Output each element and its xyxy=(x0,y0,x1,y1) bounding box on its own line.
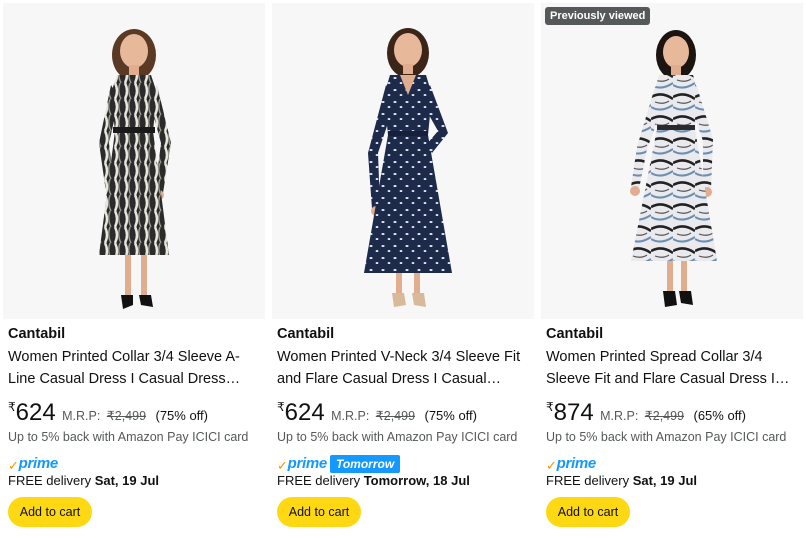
currency-symbol: ₹ xyxy=(546,400,554,414)
prime-badge-row: ✓ prime xyxy=(8,454,58,473)
price-value: 874 xyxy=(553,399,594,426)
dress-model-illustration xyxy=(99,29,171,309)
currency-symbol: ₹ xyxy=(8,400,16,414)
product-brand: Cantabil xyxy=(8,326,66,342)
price-row: ₹874 M.R.P: ₹2,499 (65% off) xyxy=(546,399,746,427)
price-value: 624 xyxy=(15,399,56,426)
prime-logo: ✓ prime xyxy=(277,455,327,472)
cashback-offer: Up to 5% back with Amazon Pay ICICI card xyxy=(277,430,518,444)
delivery-info: FREE delivery Tomorrow, 18 Jul xyxy=(277,473,470,488)
prime-badge-row: ✓ prime xyxy=(546,454,596,473)
delivery-info: FREE delivery Sat, 19 Jul xyxy=(546,473,697,488)
cashback-offer: Up to 5% back with Amazon Pay ICICI card xyxy=(8,430,249,444)
mrp-value: ₹2,499 xyxy=(644,409,685,423)
mrp-label: M.R.P: xyxy=(331,409,370,423)
price-value: 624 xyxy=(284,399,325,426)
previously-viewed-badge: Previously viewed xyxy=(545,7,651,25)
prime-logo: ✓ prime xyxy=(8,455,58,472)
mrp-label: M.R.P: xyxy=(62,409,101,423)
prime-check-icon: ✓ xyxy=(277,458,288,473)
cashback-offer: Up to 5% back with Amazon Pay ICICI card xyxy=(546,430,787,444)
prime-check-icon: ✓ xyxy=(546,458,557,473)
delivery-date: Tomorrow, 18 Jul xyxy=(363,473,470,488)
prime-label: prime xyxy=(287,455,328,472)
add-to-cart-button[interactable]: Add to cart xyxy=(8,497,92,527)
prime-tomorrow-tag: Tomorrow xyxy=(329,454,401,473)
delivery-prefix: FREE delivery xyxy=(546,473,630,488)
prime-label: prime xyxy=(556,455,597,472)
price-row: ₹624 M.R.P: ₹2,499 (75% off) xyxy=(277,399,477,427)
product-card[interactable]: Previously viewed Cantabil Women Printed… xyxy=(541,3,803,538)
prime-badge-row: ✓ prime Tomorrow xyxy=(277,454,401,473)
prime-label: prime xyxy=(18,455,59,472)
delivery-prefix: FREE delivery xyxy=(277,473,361,488)
product-grid: Cantabil Women Printed Collar 3/4 Sleeve… xyxy=(0,0,806,538)
prime-check-icon: ✓ xyxy=(8,458,19,473)
product-image[interactable] xyxy=(3,3,265,319)
delivery-date: Sat, 19 Jul xyxy=(632,473,698,488)
mrp-value: ₹2,499 xyxy=(106,409,147,423)
prime-logo: ✓ prime xyxy=(546,455,596,472)
product-title-link[interactable]: Women Printed Collar 3/4 Sleeve A-Line C… xyxy=(8,346,260,390)
mrp-label: M.R.P: xyxy=(600,409,639,423)
discount-percent: (65% off) xyxy=(693,408,746,423)
delivery-date: Sat, 19 Jul xyxy=(94,473,160,488)
product-card[interactable]: Cantabil Women Printed V-Neck 3/4 Sleeve… xyxy=(272,3,534,538)
price-row: ₹624 M.R.P: ₹2,499 (75% off) xyxy=(8,399,208,427)
delivery-prefix: FREE delivery xyxy=(8,473,92,488)
product-title-link[interactable]: Women Printed V-Neck 3/4 Sleeve Fit and … xyxy=(277,346,529,390)
product-title-link[interactable]: Women Printed Spread Collar 3/4 Sleeve F… xyxy=(546,346,798,390)
add-to-cart-button[interactable]: Add to cart xyxy=(546,497,630,527)
product-brand: Cantabil xyxy=(277,326,335,342)
discount-percent: (75% off) xyxy=(424,408,477,423)
product-brand: Cantabil xyxy=(546,326,604,342)
delivery-info: FREE delivery Sat, 19 Jul xyxy=(8,473,159,488)
discount-percent: (75% off) xyxy=(155,408,208,423)
mrp-value: ₹2,499 xyxy=(375,409,416,423)
dress-model-illustration xyxy=(630,30,717,307)
product-image[interactable] xyxy=(541,3,803,319)
add-to-cart-button[interactable]: Add to cart xyxy=(277,497,361,527)
product-image[interactable] xyxy=(272,3,534,319)
currency-symbol: ₹ xyxy=(277,400,285,414)
dress-model-illustration xyxy=(364,28,452,307)
product-card[interactable]: Cantabil Women Printed Collar 3/4 Sleeve… xyxy=(3,3,265,538)
